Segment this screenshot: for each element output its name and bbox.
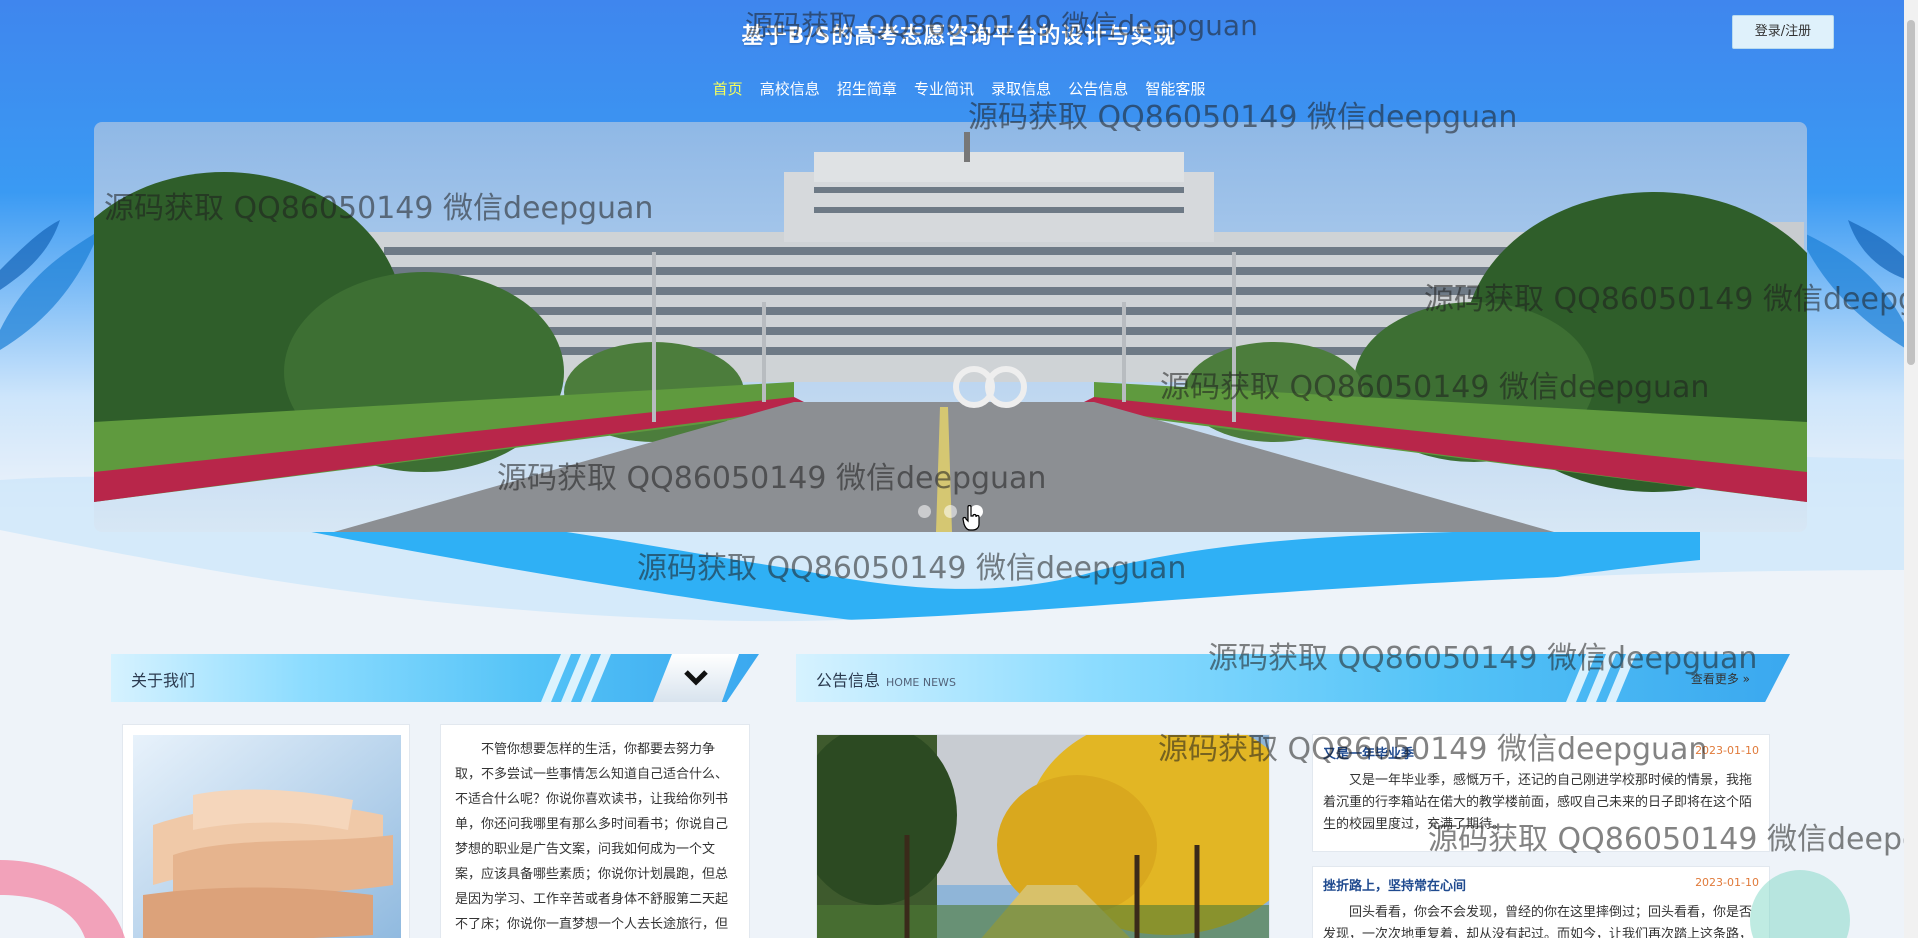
news-title-text: 公告信息	[816, 671, 881, 690]
news-item-date: 2023-01-10	[1695, 744, 1759, 757]
news-section-header: 公告信息 HOME NEWS 查看更多 »	[796, 654, 1790, 702]
about-section-title: 关于我们	[131, 671, 196, 690]
nav-item-majors[interactable]: 专业简讯	[914, 78, 974, 99]
main-nav: 首页 高校信息 招生简章 专业简讯 录取信息 公告信息 智能客服	[0, 78, 1918, 99]
site-title: 基于B/S的高考志愿咨询平台的设计与实现	[741, 24, 1177, 49]
stripe-decoration	[1566, 654, 1636, 702]
news-item-title[interactable]: 挫折路上，坚持常在心间	[1323, 875, 1759, 894]
about-image-card	[122, 724, 410, 938]
nav-item-admission-info[interactable]: 录取信息	[991, 78, 1051, 99]
banner-carousel[interactable]	[94, 122, 1807, 532]
about-text-card: 不管你想要怎样的生活，你都要去努力争取，不多尝试一些事情怎么知道自己适合什么、不…	[440, 724, 750, 938]
page-scrollbar[interactable]	[1904, 0, 1918, 938]
news-image-card	[816, 734, 1270, 938]
stripe-decoration	[541, 654, 611, 702]
login-register-button[interactable]: 登录/注册	[1732, 15, 1834, 49]
corner-circle-decoration	[1750, 870, 1850, 938]
ginkgo-avenue-image	[817, 735, 1269, 938]
nav-item-home[interactable]: 首页	[713, 78, 743, 99]
carousel-dot[interactable]	[917, 505, 931, 518]
about-text: 不管你想要怎样的生活，你都要去努力争取，不多尝试一些事情怎么知道自己适合什么、不…	[455, 742, 729, 932]
news-subtitle: HOME NEWS	[886, 676, 956, 689]
news-section-title: 公告信息 HOME NEWS	[816, 667, 956, 691]
carousel-dots	[94, 503, 1807, 522]
hands-together-image	[133, 735, 401, 938]
corner-arc-decoration	[0, 860, 125, 938]
campus-banner-image	[94, 122, 1807, 532]
news-item-body: 回头看看，你会不会发现，曾经的你在这里摔倒过；回头看看，你是否发现，一次次地重复…	[1323, 905, 1753, 938]
scrollbar-thumb[interactable]	[1907, 20, 1915, 365]
nav-item-announcements[interactable]: 公告信息	[1068, 78, 1128, 99]
about-section-header: 关于我们	[111, 654, 759, 702]
carousel-dot[interactable]	[944, 505, 957, 518]
news-item[interactable]: 又是一年毕业季 2023-01-10 又是一年毕业季，感慨万千，还记的自己刚进学…	[1312, 734, 1770, 852]
double-chevron-right-icon: »	[1742, 672, 1750, 686]
view-more-link[interactable]: 查看更多 »	[1691, 670, 1750, 687]
nav-item-admission-brochure[interactable]: 招生简章	[837, 78, 897, 99]
view-more-label: 查看更多	[1690, 672, 1739, 686]
nav-item-colleges[interactable]: 高校信息	[760, 78, 820, 99]
chevron-down-icon	[684, 670, 708, 686]
hand-cursor-icon	[962, 505, 980, 531]
news-item-title[interactable]: 又是一年毕业季	[1323, 743, 1759, 762]
news-item-body: 又是一年毕业季，感慨万千，还记的自己刚进学校那时候的情景，我拖着沉重的行李箱站在…	[1323, 773, 1753, 832]
nav-item-ai-service[interactable]: 智能客服	[1145, 78, 1205, 99]
news-item[interactable]: 挫折路上，坚持常在心间 2023-01-10 回头看看，你会不会发现，曾经的你在…	[1312, 866, 1770, 938]
